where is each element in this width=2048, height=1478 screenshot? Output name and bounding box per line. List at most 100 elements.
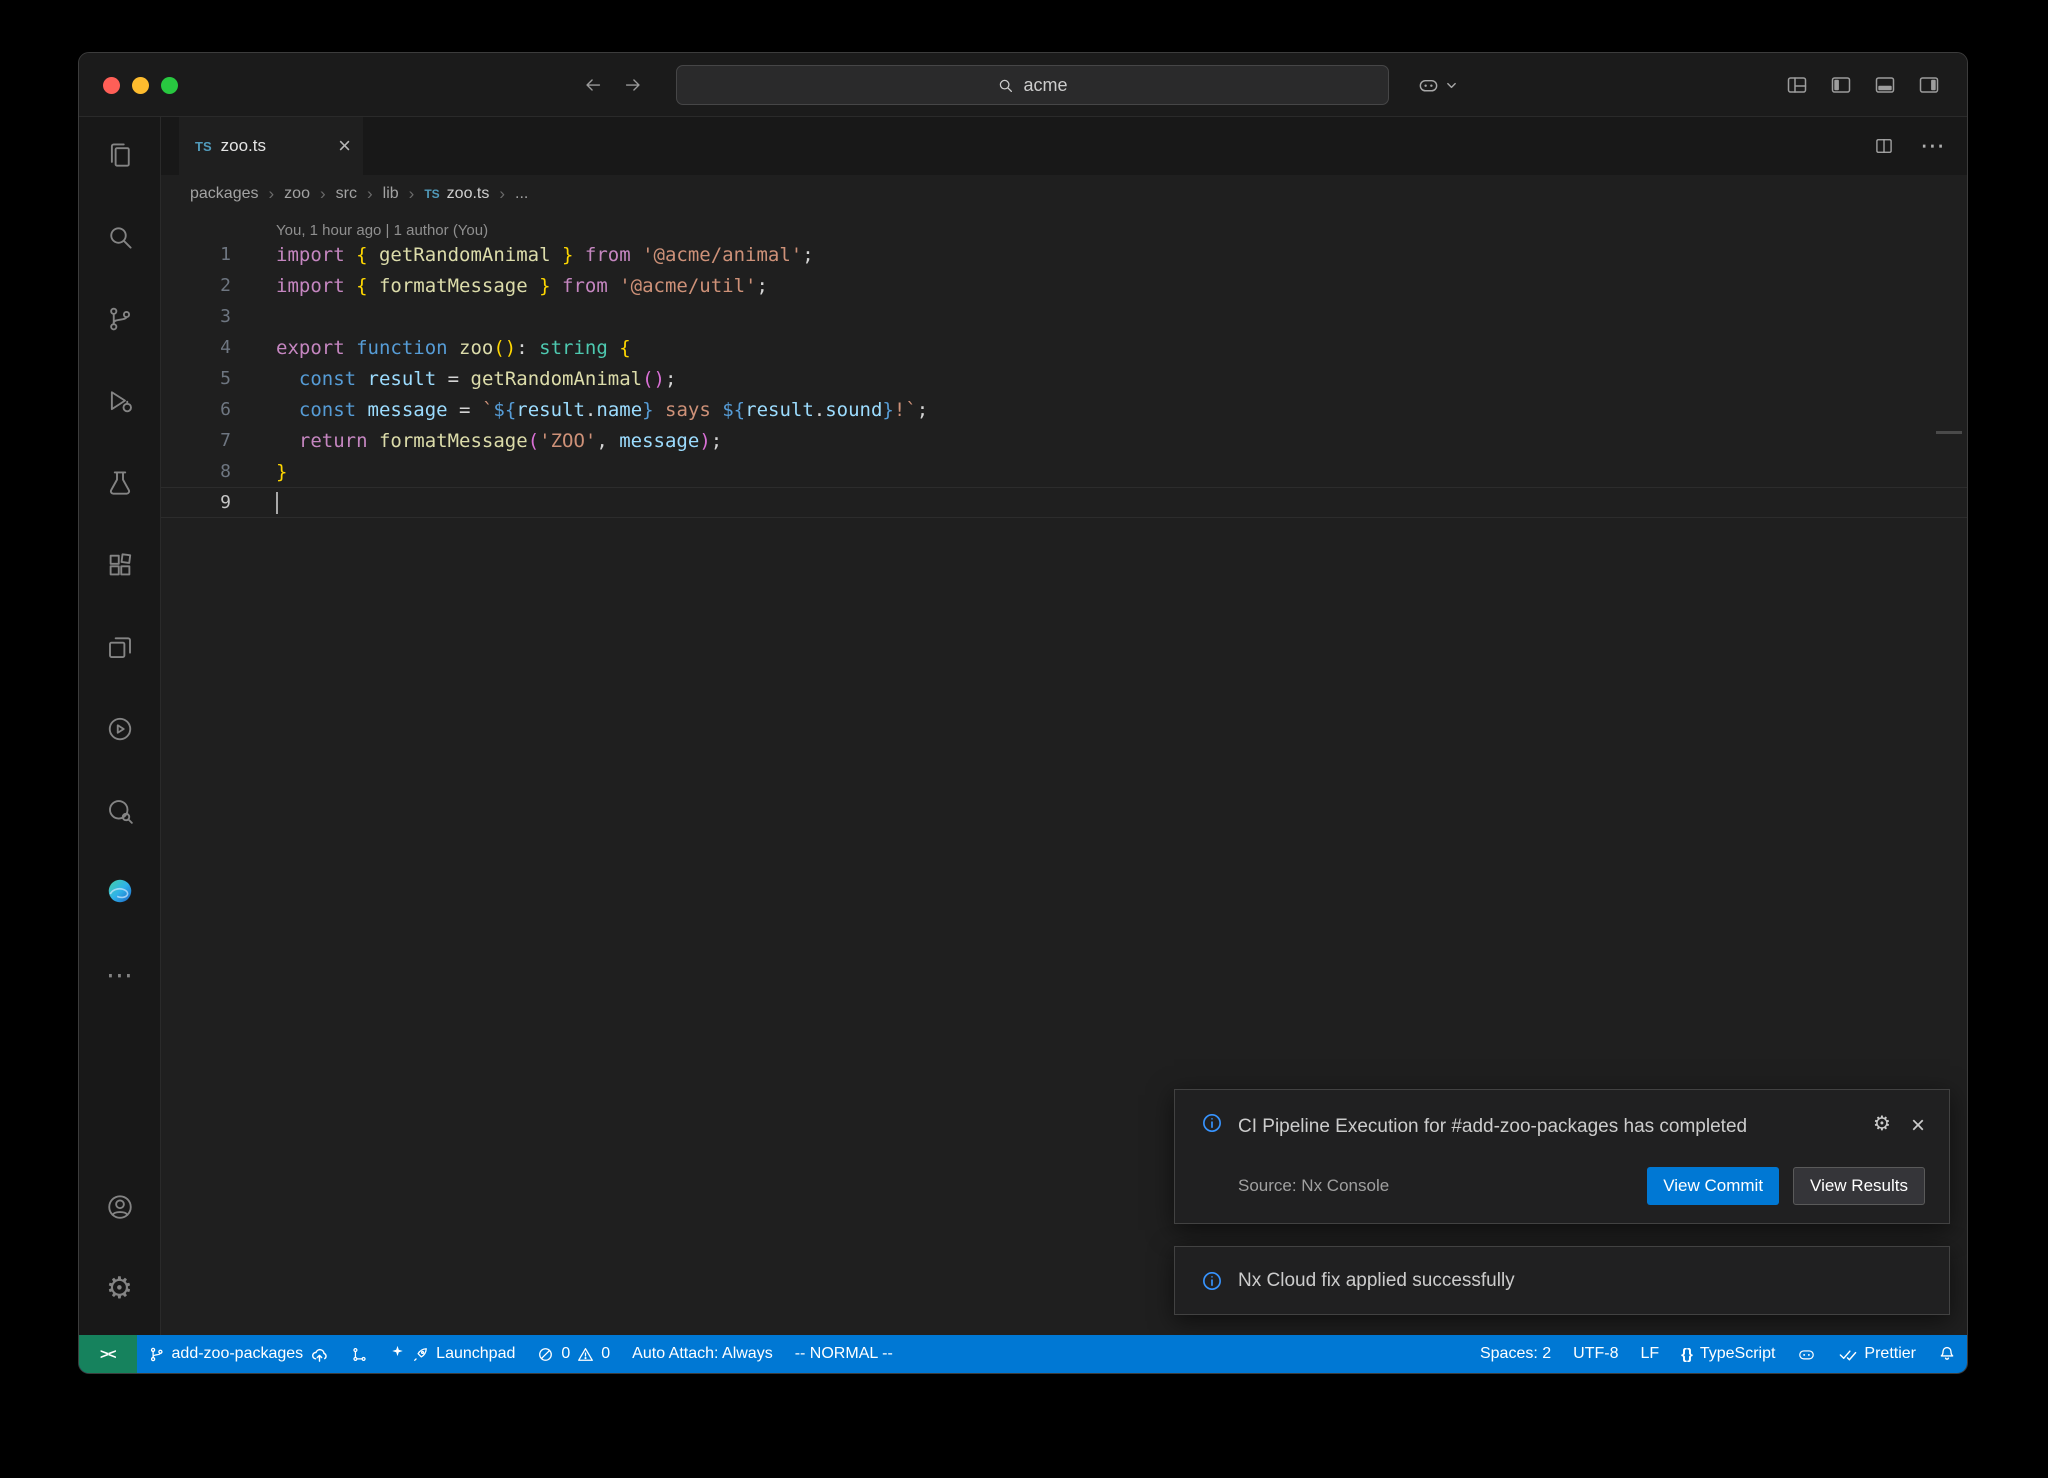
breadcrumb-file-label: zoo.ts bbox=[447, 185, 490, 203]
line-number: 4 bbox=[161, 337, 231, 358]
problems-status-item[interactable]: 0 0 bbox=[526, 1335, 621, 1373]
formatter-label: Prettier bbox=[1864, 1345, 1916, 1363]
toggle-panel-button[interactable] bbox=[1873, 73, 1897, 97]
editor-more-actions-button[interactable]: ⋯ bbox=[1920, 134, 1945, 159]
line-number: 2 bbox=[161, 275, 231, 296]
activity-more[interactable]: ⋯ bbox=[89, 944, 151, 1006]
tab-bar: TS zoo.ts × ⋯ bbox=[161, 117, 1967, 175]
line-number: 6 bbox=[161, 399, 231, 420]
code-line[interactable]: 7 return formatMessage('ZOO', message); bbox=[161, 425, 1967, 456]
breadcrumb-item-zoo[interactable]: zoo bbox=[284, 185, 310, 203]
code-lines: 1import { getRandomAnimal } from '@acme/… bbox=[161, 239, 1967, 518]
status-bar: >< add-zoo-packages Launchpad 0 0 Auto A… bbox=[79, 1335, 1967, 1373]
desktop: { "colors": { "accent": "#0078d4", "remo… bbox=[0, 0, 2048, 1478]
breadcrumb-item-src[interactable]: src bbox=[336, 185, 357, 203]
window-controls bbox=[103, 53, 178, 117]
error-count: 0 bbox=[561, 1345, 570, 1363]
window-close-button[interactable] bbox=[103, 77, 120, 94]
typescript-file-icon: TS bbox=[195, 139, 212, 154]
view-results-button[interactable]: View Results bbox=[1793, 1167, 1925, 1205]
activity-search[interactable] bbox=[89, 206, 151, 268]
indentation-status-item[interactable]: Spaces: 2 bbox=[1469, 1335, 1562, 1373]
editor-actions: ⋯ bbox=[1874, 117, 1945, 175]
search-query: acme bbox=[1023, 75, 1067, 96]
circle-play-icon bbox=[105, 714, 135, 744]
warning-icon bbox=[577, 1346, 594, 1363]
notification-center: CI Pipeline Execution for #add-zoo-packa… bbox=[1174, 1089, 1950, 1315]
navigate-forward-button[interactable] bbox=[622, 74, 644, 96]
search-icon bbox=[997, 77, 1014, 94]
launchpad-status-item[interactable]: Launchpad bbox=[379, 1335, 526, 1373]
auto-attach-status-item[interactable]: Auto Attach: Always bbox=[621, 1335, 784, 1373]
layout-controls bbox=[1785, 53, 1941, 117]
language-status-item[interactable]: {} TypeScript bbox=[1670, 1335, 1786, 1373]
vim-mode-status-item[interactable]: -- NORMAL -- bbox=[784, 1335, 904, 1373]
code-line[interactable]: 1import { getRandomAnimal } from '@acme/… bbox=[161, 239, 1967, 270]
activity-extensions[interactable] bbox=[89, 534, 151, 596]
breadcrumb-file[interactable]: TS zoo.ts bbox=[424, 185, 489, 203]
eol-status-item[interactable]: LF bbox=[1629, 1335, 1670, 1373]
run-debug-icon bbox=[105, 386, 135, 416]
chevron-right-icon: › bbox=[269, 184, 275, 204]
activity-edge-devtools[interactable] bbox=[89, 862, 151, 924]
remote-indicator[interactable]: >< bbox=[79, 1335, 137, 1373]
activity-testing[interactable] bbox=[89, 452, 151, 514]
edge-browser-icon bbox=[105, 876, 135, 911]
activity-pipelines[interactable] bbox=[89, 698, 151, 760]
customize-layout-button[interactable] bbox=[1785, 73, 1809, 97]
encoding-status-item[interactable]: UTF-8 bbox=[1562, 1335, 1629, 1373]
activity-settings[interactable]: ⚙ bbox=[89, 1258, 151, 1320]
codelens-blame[interactable]: You, 1 hour ago | 1 author (You) bbox=[161, 213, 1967, 239]
tab-close-icon[interactable]: × bbox=[338, 135, 351, 157]
split-editor-button[interactable] bbox=[1874, 136, 1894, 156]
copilot-menu-button[interactable] bbox=[1417, 53, 1457, 117]
formatter-status-item[interactable]: Prettier bbox=[1827, 1335, 1927, 1373]
copilot-icon bbox=[1417, 74, 1440, 97]
command-center-search[interactable]: acme bbox=[676, 65, 1389, 105]
code-line[interactable]: 2import { formatMessage } from '@acme/ut… bbox=[161, 270, 1967, 301]
title-bar: acme bbox=[79, 53, 1967, 117]
activity-run-debug[interactable] bbox=[89, 370, 151, 432]
notifications-bell-item[interactable] bbox=[1927, 1335, 1967, 1373]
notification-message: Nx Cloud fix applied successfully bbox=[1238, 1266, 1515, 1295]
activity-remote-explorer[interactable] bbox=[89, 616, 151, 678]
breadcrumb-item-symbol[interactable]: ... bbox=[515, 185, 528, 203]
notification-toast-ci: CI Pipeline Execution for #add-zoo-packa… bbox=[1174, 1089, 1950, 1224]
tab-zoo-ts[interactable]: TS zoo.ts × bbox=[179, 117, 363, 175]
language-label: TypeScript bbox=[1700, 1345, 1776, 1363]
line-number: 1 bbox=[161, 244, 231, 265]
breadcrumb-item-lib[interactable]: lib bbox=[383, 185, 399, 203]
code-line[interactable]: 6 const message = `${result.name} says $… bbox=[161, 394, 1967, 425]
activity-source-control[interactable] bbox=[89, 288, 151, 350]
overview-ruler-mark bbox=[1936, 431, 1962, 434]
view-commit-button[interactable]: View Commit bbox=[1647, 1167, 1779, 1205]
code-line[interactable]: 4export function zoo(): string { bbox=[161, 332, 1967, 363]
window-zoom-button[interactable] bbox=[161, 77, 178, 94]
code-line[interactable]: 8} bbox=[161, 456, 1967, 487]
line-number: 7 bbox=[161, 430, 231, 451]
copilot-status-item[interactable] bbox=[1786, 1335, 1827, 1373]
chevron-right-icon: › bbox=[367, 184, 373, 204]
git-graph-icon bbox=[351, 1346, 368, 1363]
toggle-secondary-sidebar-button[interactable] bbox=[1917, 73, 1941, 97]
warning-count: 0 bbox=[601, 1345, 610, 1363]
window-minimize-button[interactable] bbox=[132, 77, 149, 94]
activity-explorer[interactable] bbox=[89, 124, 151, 186]
notification-settings-icon[interactable]: ⚙ bbox=[1873, 1114, 1891, 1134]
code-line[interactable]: 9 bbox=[161, 487, 1967, 518]
branch-status-item[interactable]: add-zoo-packages bbox=[137, 1335, 341, 1373]
code-line[interactable]: 3 bbox=[161, 301, 1967, 332]
toggle-primary-sidebar-button[interactable] bbox=[1829, 73, 1853, 97]
activity-accounts[interactable] bbox=[89, 1176, 151, 1238]
git-graph-status-item[interactable] bbox=[340, 1335, 379, 1373]
activity-inspect[interactable] bbox=[89, 780, 151, 842]
notification-close-icon[interactable]: × bbox=[1911, 1114, 1925, 1138]
code-line[interactable]: 5 const result = getRandomAnimal(); bbox=[161, 363, 1967, 394]
navigate-back-button[interactable] bbox=[582, 74, 604, 96]
inspect-icon bbox=[105, 796, 135, 826]
breadcrumb-item-packages[interactable]: packages bbox=[190, 185, 259, 203]
text-cursor bbox=[276, 492, 278, 514]
activity-bar: ⋯ ⚙ bbox=[79, 117, 161, 1335]
line-number: 3 bbox=[161, 306, 231, 327]
info-icon bbox=[1201, 1270, 1223, 1292]
